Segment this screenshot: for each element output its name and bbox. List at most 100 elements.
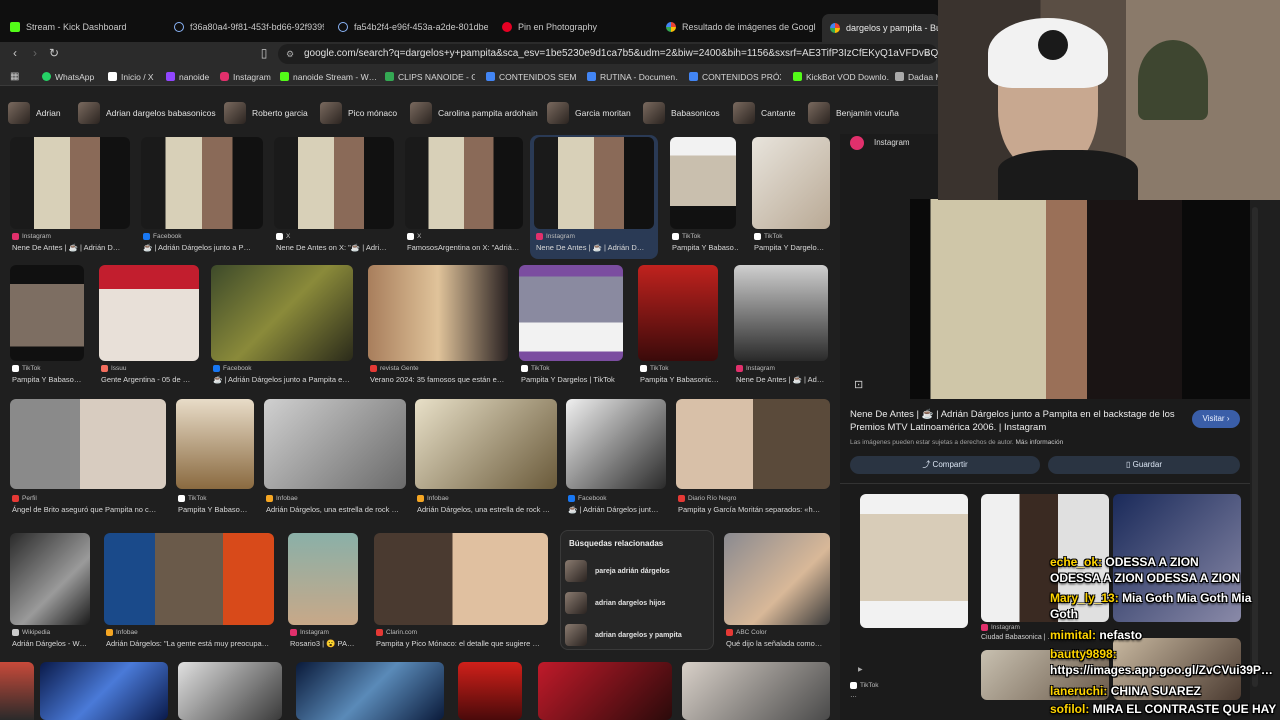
image-result-partial[interactable] — [40, 662, 168, 720]
related-thumbnail — [565, 592, 587, 614]
more-info-link[interactable]: Más información — [1016, 439, 1064, 446]
save-button[interactable]: ▯ Guardar — [1048, 456, 1240, 474]
facebook-icon — [568, 495, 575, 502]
forward-arrow-icon[interactable]: › — [28, 46, 42, 60]
related-image[interactable] — [860, 494, 968, 628]
bookmark-rutina[interactable]: RUTINA - Documen… — [587, 70, 679, 83]
result-title: FamososArgentina on X: "Adriá… — [407, 243, 520, 252]
related-search-item[interactable]: adrian dargelos hijos — [565, 591, 665, 615]
address-bar[interactable]: ⚙ google.com/search?q=dargelos+y+pampita… — [278, 44, 938, 64]
image-result-partial[interactable] — [682, 662, 830, 720]
result-title: ☕ | Adrián Dárgelos junto a Pampita e… — [213, 375, 350, 384]
preview-image[interactable] — [910, 199, 1250, 399]
related-thumbnail — [565, 560, 587, 582]
visit-button[interactable]: Visitar › — [1192, 410, 1240, 428]
result-title: Pampita Y Babaso… — [12, 375, 82, 384]
panel-title[interactable]: Nene De Antes | ☕ | Adrián Dárgelos junt… — [850, 408, 1180, 434]
globe-icon — [338, 22, 348, 32]
related-title: Ciudad Babasonica | … — [981, 634, 1055, 641]
streamer-shirt — [998, 150, 1138, 200]
chip-adrian[interactable]: Adrian — [8, 100, 61, 126]
image-result-selected[interactable]: Instagram Nene De Antes | ☕ | Adrián D… — [530, 135, 658, 259]
bookmark-icon[interactable]: ▯ — [257, 46, 271, 60]
image-result-partial[interactable] — [538, 662, 672, 720]
tab-pinterest[interactable]: Pin en Photography — [502, 16, 652, 38]
site-settings-icon[interactable]: ⚙ — [286, 44, 294, 64]
issuu-icon — [101, 365, 108, 372]
related-title: … — [850, 692, 857, 699]
tab-google-images[interactable]: Resultado de imágenes de Google — [666, 16, 816, 38]
panel-source[interactable]: Instagram — [874, 138, 910, 147]
reload-icon[interactable]: ↻ — [47, 46, 61, 60]
image-result-partial[interactable] — [458, 662, 522, 720]
result-thumbnail — [10, 265, 84, 361]
chip-thumbnail — [8, 102, 30, 124]
result-thumbnail — [374, 533, 548, 625]
search-icon[interactable]: ⌕ — [924, 44, 930, 64]
related-search-item[interactable]: pareja adrián dárgelos — [565, 559, 670, 583]
tab-google-search-active[interactable]: dargelos y pampita - Busca… — [822, 14, 940, 42]
pinterest-icon — [502, 22, 512, 32]
result-title: Nene De Antes on X: "☕ | Adri… — [276, 243, 387, 252]
bookmark-contenidos-sem[interactable]: CONTENIDOS SEM… — [486, 70, 576, 83]
result-thumbnail — [519, 265, 623, 361]
share-icon: ⤴ — [922, 460, 931, 469]
bookmark-clips[interactable]: CLIPS NANOIDE - G… — [385, 70, 475, 83]
back-arrow-icon[interactable]: ‹ — [8, 46, 22, 60]
image-result-partial[interactable] — [296, 662, 444, 720]
kick-icon — [280, 72, 289, 81]
related-searches-card: Búsquedas relacionadas pareja adrián dár… — [560, 530, 714, 650]
image-result-partial[interactable] — [178, 662, 282, 720]
bookmark-kickbot[interactable]: KickBot VOD Downlo… — [793, 70, 889, 83]
tab-label: Stream - Kick Dashboard — [26, 22, 127, 32]
apps-grid-icon[interactable]: ▦ — [10, 70, 19, 83]
chip-benjamin-vicuna[interactable]: Benjamín vicuña — [808, 100, 899, 126]
result-title: Pampita Y Babaso… — [178, 505, 248, 514]
rio-negro-icon — [678, 495, 685, 502]
chip-roberto-garcia[interactable]: Roberto garcia — [224, 100, 308, 126]
play-icon: ▶ — [858, 667, 863, 673]
chip-cantante[interactable]: Cantante — [733, 100, 796, 126]
chip-thumbnail — [733, 102, 755, 124]
image-result-partial[interactable] — [0, 662, 34, 720]
result-title: Pampita Y Dargelo… — [754, 243, 825, 252]
result-thumbnail — [99, 265, 199, 361]
bookmark-whatsapp[interactable]: WhatsApp — [42, 70, 98, 83]
infobae-icon — [266, 495, 273, 502]
result-thumbnail — [10, 137, 130, 229]
chip-pico-monaco[interactable]: Pico mónaco — [320, 100, 397, 126]
chip-garcia-moritan[interactable]: Garcia moritan — [547, 100, 631, 126]
result-thumbnail — [734, 265, 828, 361]
bookmark-instagram[interactable]: Instagram — [220, 70, 272, 83]
chip-babasonicos[interactable]: Babasonicos — [643, 100, 720, 126]
chip-carolina-pampita[interactable]: Carolina pampita ardohain — [410, 100, 538, 126]
chip-thumbnail — [224, 102, 246, 124]
bookmark-contenidos-prox[interactable]: CONTENIDOS PRÓX… — [689, 70, 781, 83]
result-title: Gente Argentina - 05 de … — [101, 375, 191, 384]
result-thumbnail — [141, 137, 263, 229]
tiktok-icon — [12, 365, 19, 372]
bookmark-nanoide-stream[interactable]: nanoide Stream - W… — [280, 70, 382, 83]
tab-kick-dashboard[interactable]: Stream - Kick Dashboard — [10, 16, 160, 38]
tab-image-1[interactable]: f36a80a4-9f81-453f-bd66-92f93998… — [174, 16, 324, 38]
grid-icon: ▦ — [10, 71, 20, 82]
result-title: Pampita Y Babasonic… — [640, 375, 719, 384]
bookmark-icon: ▯ — [1126, 460, 1131, 469]
kick-icon — [10, 22, 20, 32]
instagram-icon — [536, 233, 543, 240]
bookmark-dadaa[interactable]: Dadaa M… — [895, 70, 940, 83]
chip-adrian-dargelos-babasonicos[interactable]: Adrian dargelos babasonicos — [78, 100, 216, 126]
lens-icon[interactable]: ⊡ — [854, 378, 863, 391]
result-title: Pampita Y Babaso… — [672, 243, 738, 252]
result-thumbnail — [566, 399, 666, 489]
tiktok-icon — [178, 495, 185, 502]
related-thumbnail — [565, 624, 587, 646]
bookmark-nanoide[interactable]: nanoide — [166, 70, 214, 83]
instagram-icon — [220, 72, 229, 81]
tiktok-icon — [672, 233, 679, 240]
tab-image-2[interactable]: fa54b2f4-e96f-453a-a2de-801dbe60… — [338, 16, 488, 38]
related-search-item[interactable]: adrian dargelos y pampita — [565, 623, 682, 647]
share-button[interactable]: ⤴ Compartir — [850, 456, 1040, 474]
chip-thumbnail — [547, 102, 569, 124]
bookmark-x[interactable]: Inicio / X — [108, 70, 158, 83]
